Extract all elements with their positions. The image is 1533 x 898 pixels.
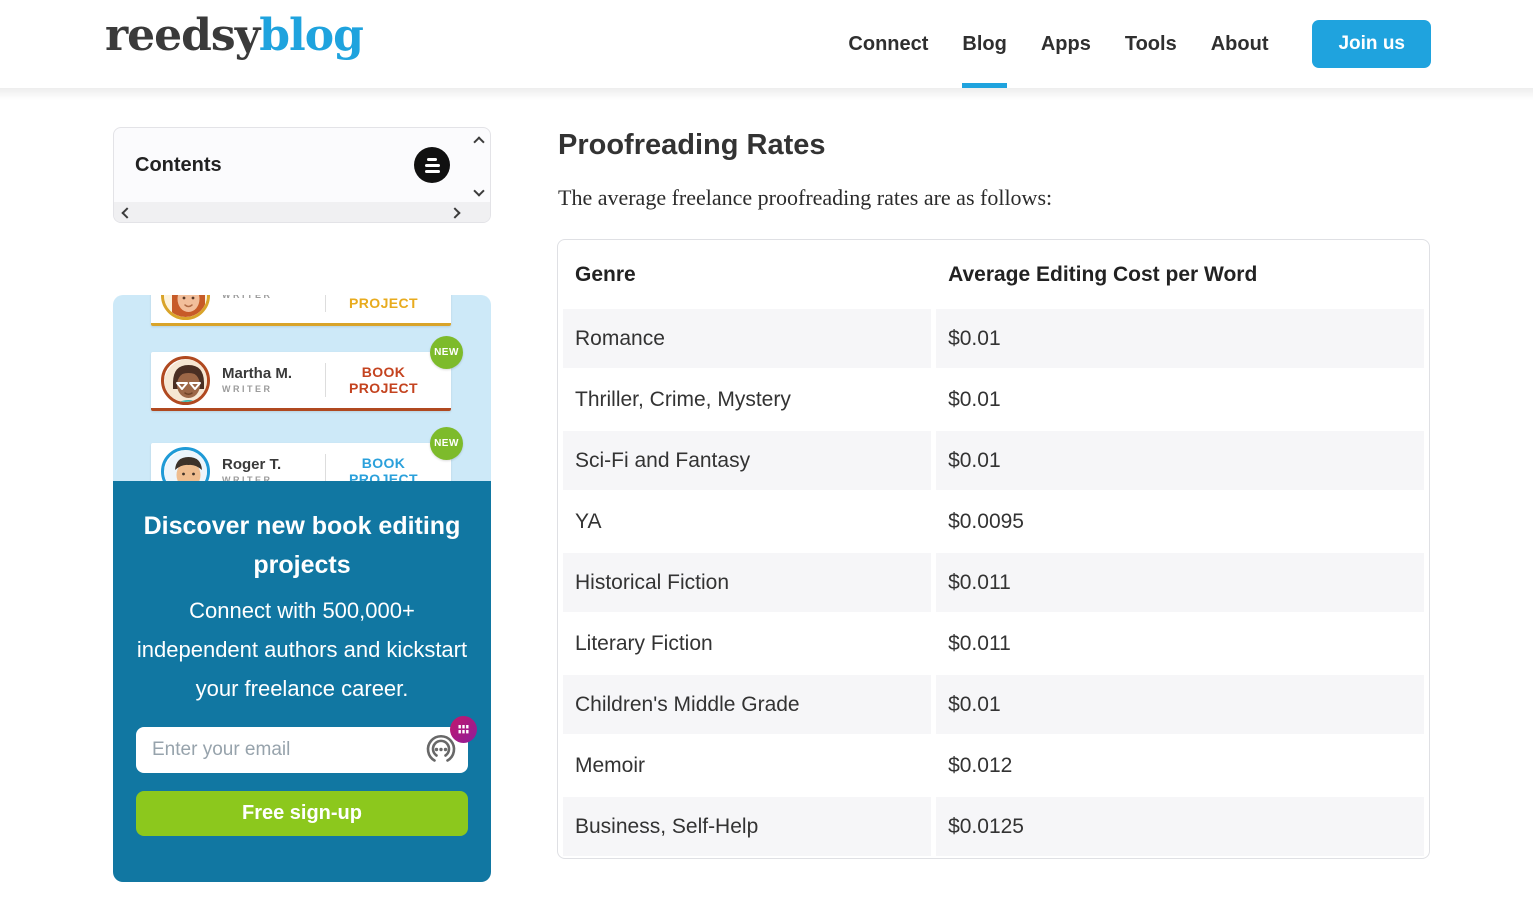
nav-item-blog[interactable]: Blog (962, 0, 1006, 88)
book-project-label: BOOK PROJECT (326, 455, 441, 481)
writer-card: WRITER BOOK PROJECT (151, 295, 451, 326)
nav-item-about[interactable]: About (1211, 0, 1269, 88)
rates-table-card: Genre Average Editing Cost per Word Roma… (557, 239, 1430, 859)
book-project-label: BOOK PROJECT (326, 364, 441, 396)
writer-avatar (161, 356, 210, 405)
genre-cell: Historical Fiction (563, 553, 931, 612)
cost-cell: $0.0125 (936, 797, 1424, 856)
column-header-cost: Average Editing Cost per Word (936, 242, 1424, 307)
genre-cell: Memoir (563, 736, 931, 795)
table-row: Memoir $0.012 (563, 736, 1424, 795)
table-row: YA $0.0095 (563, 492, 1424, 551)
intro-text: The average freelance proofreading rates… (558, 185, 1052, 211)
cost-cell: $0.01 (936, 309, 1424, 368)
reedsy-blog-logo[interactable]: reedsyblog (105, 10, 363, 61)
genre-cell: Sci-Fi and Fantasy (563, 431, 931, 490)
writer-avatar (161, 447, 210, 482)
signup-panel: Discover new book editing projects Conne… (113, 481, 491, 882)
writer-name: Roger T. (222, 456, 325, 474)
nav-item-apps[interactable]: Apps (1041, 0, 1091, 88)
genre-cell: Thriller, Crime, Mystery (563, 370, 931, 429)
writer-card: NEW Martha M. WRITER BOOK PROJECT (151, 352, 451, 411)
scroll-up-icon[interactable] (473, 136, 484, 147)
free-signup-button[interactable]: Free sign-up (136, 791, 468, 836)
marketplace-promo-widget[interactable]: WRITER BOOK PROJECT NEW Mart (113, 295, 491, 882)
nav-item-tools[interactable]: Tools (1125, 0, 1177, 88)
logo-text-reedsy: reedsy (105, 10, 259, 61)
horizontal-scrollbar[interactable] (114, 202, 490, 222)
table-row: Literary Fiction $0.011 (563, 614, 1424, 673)
writer-avatar (161, 295, 210, 320)
cost-cell: $0.01 (936, 431, 1424, 490)
table-header-row: Genre Average Editing Cost per Word (563, 242, 1424, 307)
book-project-label: BOOK PROJECT (326, 295, 441, 311)
promo-heading: Discover new book editing projects (136, 507, 468, 585)
table-row: Children's Middle Grade $0.01 (563, 675, 1424, 734)
writer-role: WRITER (222, 295, 325, 302)
table-row: Historical Fiction $0.011 (563, 553, 1424, 612)
genre-cell: Literary Fiction (563, 614, 931, 673)
cost-cell: $0.011 (936, 553, 1424, 612)
genre-cell: Children's Middle Grade (563, 675, 931, 734)
page-title: Proofreading Rates (558, 129, 826, 162)
genre-cell: Business, Self-Help (563, 797, 931, 856)
column-header-genre: Genre (563, 242, 931, 307)
cost-cell: $0.012 (936, 736, 1424, 795)
promo-body: Connect with 500,000+ independent author… (136, 591, 468, 708)
writers-illustration: WRITER BOOK PROJECT NEW Mart (113, 295, 491, 481)
proofreading-rates-table: Genre Average Editing Cost per Word Roma… (558, 240, 1429, 858)
table-row: Business, Self-Help $0.0125 (563, 797, 1424, 856)
contents-widget: Contents (113, 127, 491, 223)
writer-name: Martha M. (222, 365, 325, 383)
toc-icon[interactable] (414, 147, 450, 183)
table-row: Sci-Fi and Fantasy $0.01 (563, 431, 1424, 490)
cost-cell: $0.01 (936, 370, 1424, 429)
writer-role: WRITER (222, 474, 325, 482)
genre-cell: Romance (563, 309, 931, 368)
extension-badge-icon (450, 716, 477, 748)
email-field-wrap (136, 727, 468, 773)
header-shadow (0, 88, 1533, 100)
nav-item-connect[interactable]: Connect (848, 0, 928, 88)
cost-cell: $0.011 (936, 614, 1424, 673)
genre-cell: YA (563, 492, 931, 551)
writer-card: NEW Roger T. WRITER BOOK PROJECT (151, 443, 451, 481)
scroll-right-icon[interactable] (449, 207, 460, 218)
top-header: reedsyblog Connect Blog Apps Tools About… (0, 0, 1533, 88)
logo-text-blog: blog (259, 10, 363, 61)
join-us-button[interactable]: Join us (1312, 20, 1431, 68)
cost-cell: $0.0095 (936, 492, 1424, 551)
table-row: Thriller, Crime, Mystery $0.01 (563, 370, 1424, 429)
scroll-left-icon[interactable] (121, 207, 132, 218)
table-row: Romance $0.01 (563, 309, 1424, 368)
new-badge: NEW (430, 336, 463, 369)
scroll-down-icon[interactable] (473, 185, 484, 196)
cost-cell: $0.01 (936, 675, 1424, 734)
new-badge: NEW (430, 427, 463, 460)
main-nav: Connect Blog Apps Tools About Join us (848, 0, 1431, 88)
contents-title: Contents (135, 154, 222, 177)
writer-role: WRITER (222, 383, 325, 396)
email-field[interactable] (136, 727, 468, 773)
